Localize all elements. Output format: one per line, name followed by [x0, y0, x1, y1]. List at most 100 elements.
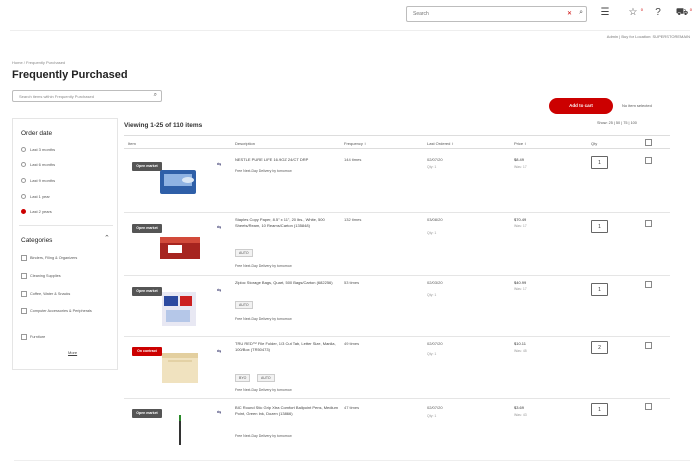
category-option[interactable]: Furniture [21, 334, 45, 340]
product-description[interactable]: Ziploc Storage Bags, Quart, 500 Bags/Car… [235, 280, 340, 286]
radio-icon[interactable] [21, 194, 26, 200]
rewards-icon[interactable]: ☆ 0 [626, 6, 643, 20]
table-row: Open market ⇆ NESTLE PURE LIFE 16.9OZ 24… [124, 150, 670, 213]
checkbox-icon[interactable] [21, 291, 27, 297]
search-icon[interactable]: ⌕ [579, 9, 583, 17]
price-sub: Was: 45 [514, 349, 527, 353]
checkbox-icon[interactable] [21, 255, 27, 261]
qty-column-header: Qty [591, 141, 598, 146]
delivery-text: Free Next-Day Delivery by tomorrow [235, 169, 292, 173]
product-image[interactable] [154, 411, 210, 451]
page-title: Frequently Purchased [12, 69, 128, 81]
product-description[interactable]: NESTLE PURE LIFE 16.9OZ 24/CT DRP [235, 157, 340, 163]
price-sub: Was: 17 [514, 287, 527, 291]
frequently-purchased-search[interactable]: Search items within Frequently Purchased… [12, 90, 162, 102]
delivery-text: Free Next-Day Delivery by tomorrow [235, 388, 292, 392]
last-ordered: 02/03/20 [427, 280, 443, 285]
product-description[interactable]: TRU RED™ File Folder, 1/3 Cut Tab, Lette… [235, 341, 340, 352]
chevron-up-icon[interactable]: ⌃ [104, 234, 110, 242]
global-search-input[interactable] [407, 7, 557, 21]
selection-status: No item selected [622, 103, 652, 108]
product-image[interactable] [154, 288, 210, 328]
last-ordered: 03/08/20 [427, 217, 443, 222]
divider [14, 460, 690, 461]
row-select-checkbox[interactable] [645, 281, 652, 288]
order-date-option[interactable]: Last 1 year [21, 194, 50, 200]
cart-badge: 0 [689, 7, 692, 12]
price-sub: Was: 43 [514, 413, 527, 417]
price-sub: Was: 17 [514, 224, 527, 228]
last-ordered-column-header[interactable]: Last Ordered ↕ [427, 141, 453, 146]
category-option[interactable]: Binders, Filing & Organizers [21, 255, 77, 261]
frequency-column-header[interactable]: Frequency ↕ [344, 141, 366, 146]
rewards-badge: 0 [640, 7, 643, 12]
select-all-checkbox[interactable] [645, 139, 652, 146]
radio-selected-icon[interactable] [21, 209, 26, 215]
radio-icon[interactable] [21, 178, 26, 184]
compare-icon[interactable]: ⇆ [217, 288, 221, 294]
quantity-input[interactable]: 1 [591, 220, 608, 233]
search-icon[interactable]: ⌕ [154, 92, 157, 99]
frequency: 53 times [344, 280, 360, 285]
more-categories-link[interactable]: More [68, 350, 77, 355]
auto-tag: AUTO [257, 374, 275, 382]
description-column-header: Description [235, 141, 256, 146]
quantity-input[interactable]: 1 [591, 283, 608, 296]
last-ordered: 02/07/20 [427, 341, 443, 346]
clear-search-icon[interactable]: ✕ [567, 10, 572, 17]
frequency: 49 times [344, 341, 360, 346]
breadcrumb[interactable]: Home / Frequently Purchased [12, 60, 65, 65]
order-date-option[interactable]: Last 6 months [21, 162, 55, 168]
product-description[interactable]: BIC Round Stic Grip Xtra Comfort Ballpoi… [235, 405, 340, 416]
category-option[interactable]: Coffee, Water & Snacks [21, 291, 70, 297]
quantity-input[interactable]: 1 [591, 403, 608, 416]
price-column-header[interactable]: Price ↕ [514, 141, 526, 146]
table-row: On contract ⇆ TRU RED™ File Folder, 1/3 … [124, 337, 670, 399]
product-image[interactable] [154, 160, 210, 200]
row-select-checkbox[interactable] [645, 342, 652, 349]
frequency: 132 times [344, 217, 362, 222]
product-image[interactable] [154, 227, 210, 267]
product-image[interactable] [154, 347, 210, 387]
help-icon[interactable]: ? [651, 6, 665, 20]
row-select-checkbox[interactable] [645, 403, 652, 410]
lists-icon[interactable]: ☰ [598, 6, 612, 20]
order-date-heading: Order date [21, 130, 53, 137]
frequency: 47 times [344, 405, 360, 410]
quantity-input[interactable]: 2 [591, 341, 608, 354]
frequency: 144 times [344, 157, 362, 162]
last-ordered-qty: Qty: 1 [427, 293, 437, 297]
last-ordered: 02/07/20 [427, 405, 443, 410]
order-date-option[interactable]: Last 3 months [21, 147, 55, 153]
account-location-text[interactable]: Admin | Buy for Location: SUPERSTOREMAIN [607, 34, 690, 39]
price: $40.99 [514, 280, 527, 285]
global-search[interactable]: ✕ ⌕ [406, 6, 587, 22]
radio-icon[interactable] [21, 162, 26, 168]
checkbox-icon[interactable] [21, 308, 27, 314]
frequently-purchased-search-input[interactable]: Search items within Frequently Purchased [19, 94, 94, 99]
order-date-option-selected[interactable]: Last 2 years [21, 209, 52, 215]
price: $10.11 [514, 341, 526, 346]
radio-icon[interactable] [21, 147, 26, 153]
price: $3.69 [514, 405, 525, 410]
row-select-checkbox[interactable] [645, 157, 652, 164]
auto-tag: AUTO [235, 249, 253, 257]
last-ordered-qty: Qty: 1 [427, 165, 437, 169]
row-select-checkbox[interactable] [645, 220, 652, 227]
product-description[interactable]: Staples Copy Paper, 8.5" x 11", 20 lbs.,… [235, 217, 340, 228]
cart-icon[interactable]: ⛟ 0 [675, 6, 692, 20]
delivery-text: Free Next-Day Delivery by tomorrow [235, 317, 292, 321]
table-row: Open market ⇆ BIC Round Stic Grip Xtra C… [124, 399, 670, 457]
page-size-selector[interactable]: Show: 25 | 50 | 75 | 100 [597, 121, 637, 125]
order-date-option[interactable]: Last 9 months [21, 178, 55, 184]
checkbox-icon[interactable] [21, 334, 27, 340]
add-to-cart-button[interactable]: Add to cart [549, 98, 613, 114]
compare-icon[interactable]: ⇆ [217, 162, 221, 168]
compare-icon[interactable]: ⇆ [217, 410, 221, 416]
category-option[interactable]: Cleaning Supplies [21, 273, 61, 279]
compare-icon[interactable]: ⇆ [217, 225, 221, 231]
checkbox-icon[interactable] [21, 273, 27, 279]
category-option[interactable]: Computer Accessories & Peripherals [21, 308, 117, 314]
quantity-input[interactable]: 1 [591, 156, 608, 169]
compare-icon[interactable]: ⇆ [217, 349, 221, 355]
